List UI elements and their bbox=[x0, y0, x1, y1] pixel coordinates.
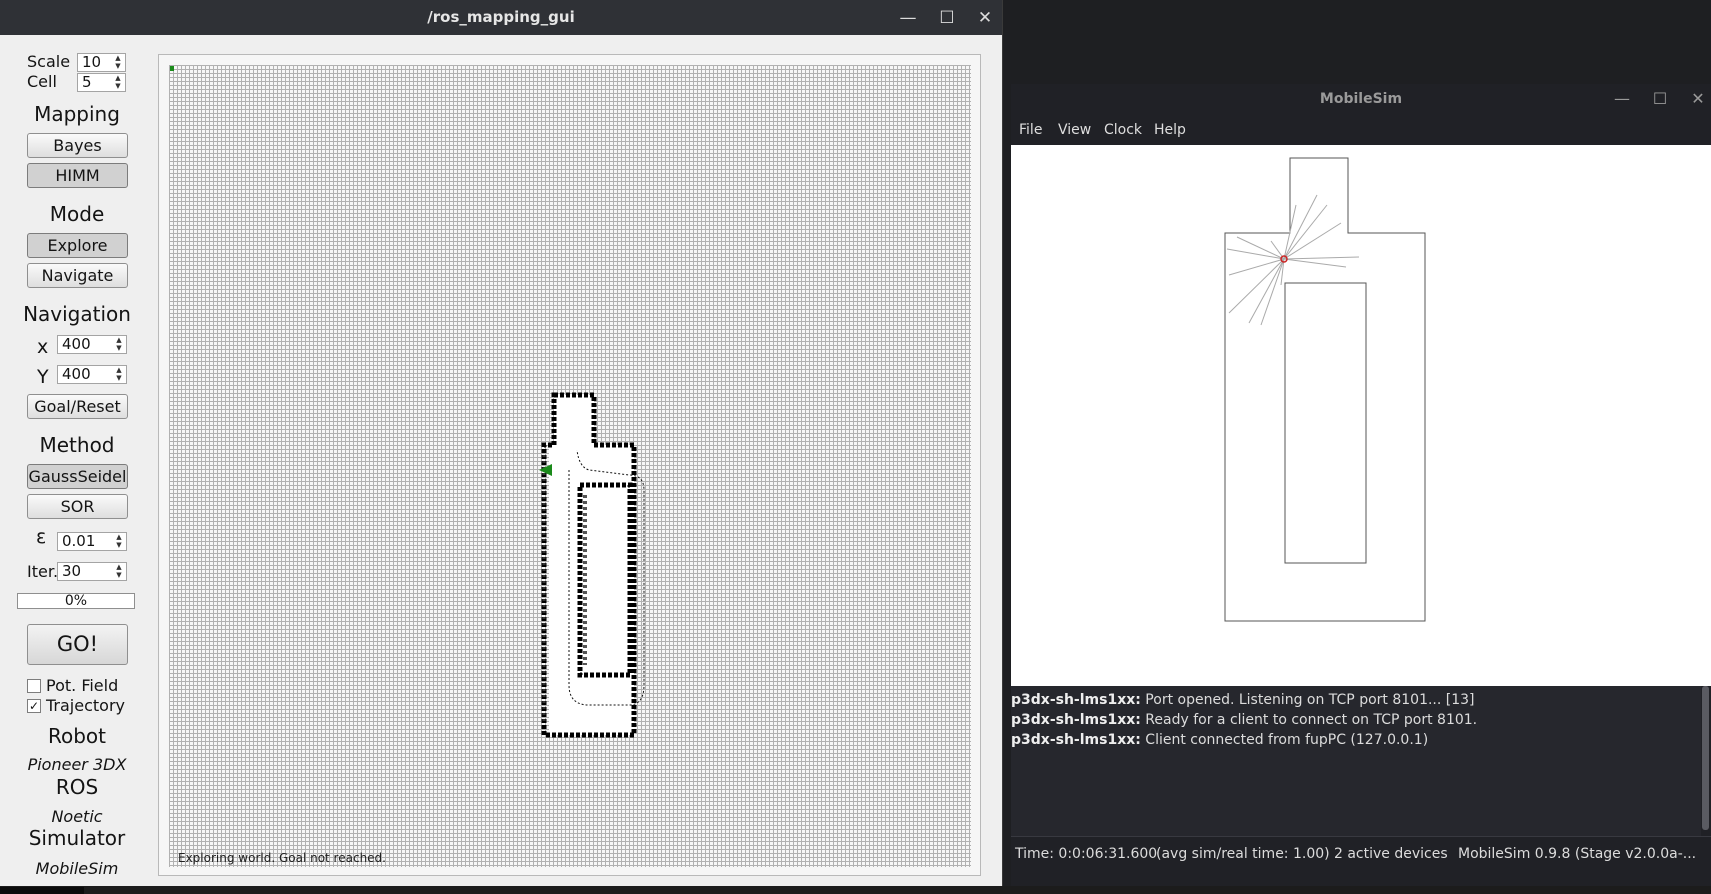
log-source: p3dx-sh-lms1xx: bbox=[1011, 732, 1141, 748]
active-devices: 2 active devices bbox=[1334, 846, 1448, 862]
menu-view[interactable]: View bbox=[1058, 122, 1091, 138]
menu-clock[interactable]: Clock bbox=[1104, 122, 1142, 138]
mobilesim-title: MobileSim bbox=[1319, 91, 1403, 107]
occupancy-map-panel[interactable]: Exploring world. Goal not reached. bbox=[158, 54, 981, 876]
method-heading: Method bbox=[39, 433, 115, 457]
mapping-heading: Mapping bbox=[34, 102, 120, 126]
cell-label: Cell bbox=[27, 72, 57, 91]
robot-value: Pioneer 3DX bbox=[27, 755, 127, 774]
spin-arrows-icon[interactable]: ▲ ▼ bbox=[113, 563, 125, 579]
go-button[interactable]: GO! bbox=[27, 624, 128, 665]
map-status-text: Exploring world. Goal not reached. bbox=[178, 851, 386, 865]
cell-value: 5 bbox=[82, 73, 92, 91]
desktop-bottom-strip bbox=[0, 886, 1711, 894]
log-source: p3dx-sh-lms1xx: bbox=[1011, 712, 1141, 728]
world-inner-obstacle bbox=[1284, 282, 1367, 564]
ros-heading: ROS bbox=[55, 775, 99, 799]
spin-arrows-icon[interactable]: ▲ ▼ bbox=[113, 533, 125, 549]
log-message: Port opened. Listening on TCP port 8101.… bbox=[1140, 692, 1475, 708]
goal-reset-button[interactable]: Goal/Reset bbox=[27, 394, 128, 419]
x-label: x bbox=[37, 336, 49, 358]
x-spinbox[interactable]: 400 ▲ ▼ bbox=[57, 335, 127, 354]
spin-arrows-icon[interactable]: ▲ ▼ bbox=[113, 336, 125, 352]
spin-arrows-icon[interactable]: ▲ ▼ bbox=[113, 366, 125, 382]
pot-field-label: Pot. Field bbox=[46, 676, 119, 695]
minimize-icon[interactable]: — bbox=[1611, 88, 1633, 110]
scale-value: 10 bbox=[82, 53, 102, 71]
spin-arrows-icon[interactable]: ▲ ▼ bbox=[112, 74, 124, 90]
progress-bar: 0% bbox=[17, 593, 135, 609]
mapping-gui-window: /ros_mapping_gui — ☐ ✕ Scale 10 ▲ ▼ Cell … bbox=[0, 0, 1003, 888]
maximize-icon[interactable]: ☐ bbox=[935, 6, 959, 30]
simulator-value: MobileSim bbox=[35, 859, 119, 878]
message-log: p3dx-sh-lms1xx: Port opened. Listening o… bbox=[1011, 686, 1701, 836]
minimize-icon[interactable]: — bbox=[896, 6, 920, 30]
simulation-canvas[interactable] bbox=[1011, 145, 1711, 686]
control-panel: Scale 10 ▲ ▼ Cell 5 ▲ ▼ Mapping Bayes HIMM… bbox=[0, 35, 150, 888]
simulation-world bbox=[1224, 157, 1426, 622]
log-line: p3dx-sh-lms1xx: Port opened. Listening o… bbox=[1011, 692, 1475, 708]
y-value: 400 bbox=[62, 365, 91, 383]
trajectory-checkbox[interactable]: ✓ bbox=[27, 699, 41, 713]
progress-text: 0% bbox=[64, 593, 88, 609]
taskbar-fragment bbox=[0, 887, 84, 894]
log-message: Ready for a client to connect on TCP por… bbox=[1140, 712, 1478, 728]
iter-label: Iter. bbox=[27, 562, 59, 581]
maximize-icon[interactable]: ☐ bbox=[1649, 88, 1671, 110]
spin-arrows-icon[interactable]: ▲ ▼ bbox=[112, 54, 124, 70]
sim-time: Time: 0:0:06:31.600 bbox=[1015, 846, 1158, 862]
sim-time-ratio: (avg sim/real time: 1.00) bbox=[1156, 846, 1330, 862]
checkbox-icon: ✓ bbox=[28, 699, 40, 713]
himm-button[interactable]: HIMM bbox=[27, 163, 128, 188]
window-title: /ros_mapping_gui bbox=[427, 8, 575, 26]
scale-spinbox[interactable]: 10 ▲ ▼ bbox=[77, 53, 126, 72]
log-scrollbar[interactable] bbox=[1702, 686, 1709, 830]
log-line: p3dx-sh-lms1xx: Client connected from fu… bbox=[1011, 732, 1428, 748]
mobilesim-window: MobileSim — ☐ ✕ File View Clock Help p3d… bbox=[1011, 84, 1711, 890]
menu-help[interactable]: Help bbox=[1154, 122, 1186, 138]
epsilon-label: ε bbox=[36, 526, 47, 548]
iter-value: 30 bbox=[62, 562, 82, 580]
pot-field-checkbox[interactable] bbox=[27, 679, 41, 693]
world-outer-walls bbox=[1224, 157, 1426, 622]
trajectory-label: Trajectory bbox=[46, 696, 125, 715]
mode-heading: Mode bbox=[49, 202, 105, 226]
gauss-seidel-button[interactable]: GaussSeidel bbox=[27, 464, 128, 489]
iter-spinbox[interactable]: 30 ▲ ▼ bbox=[57, 562, 127, 581]
log-source: p3dx-sh-lms1xx: bbox=[1011, 692, 1141, 708]
map-origin-marker bbox=[170, 66, 174, 71]
y-spinbox[interactable]: 400 ▲ ▼ bbox=[57, 365, 127, 384]
x-value: 400 bbox=[62, 335, 91, 353]
ros-value: Noetic bbox=[51, 807, 103, 826]
explore-button[interactable]: Explore bbox=[27, 233, 128, 258]
mapping-gui-titlebar[interactable]: /ros_mapping_gui — ☐ ✕ bbox=[0, 0, 1002, 35]
close-icon[interactable]: ✕ bbox=[973, 6, 997, 30]
occupancy-map-overlay bbox=[170, 66, 645, 738]
mobilesim-titlebar[interactable]: MobileSim — ☐ ✕ bbox=[1011, 84, 1711, 115]
log-message: Client connected from fupPC (127.0.0.1) bbox=[1140, 732, 1429, 748]
simulator-heading: Simulator bbox=[28, 826, 126, 850]
menu-file[interactable]: File bbox=[1019, 122, 1042, 138]
inner-obstacle-cells bbox=[577, 482, 633, 678]
robot-heading: Robot bbox=[47, 724, 106, 748]
log-line: p3dx-sh-lms1xx: Ready for a client to co… bbox=[1011, 712, 1477, 728]
status-bar: Time: 0:0:06:31.600 (avg sim/real time: … bbox=[1011, 836, 1711, 870]
bayes-button[interactable]: Bayes bbox=[27, 133, 128, 158]
epsilon-value: 0.01 bbox=[62, 532, 96, 550]
epsilon-spinbox[interactable]: 0.01 ▲ ▼ bbox=[57, 532, 127, 551]
navigate-button[interactable]: Navigate bbox=[27, 263, 128, 288]
sor-button[interactable]: SOR bbox=[27, 494, 128, 519]
close-icon[interactable]: ✕ bbox=[1687, 88, 1709, 110]
menu-bar: File View Clock Help bbox=[1011, 115, 1711, 145]
sim-version: MobileSim 0.9.8 (Stage v2.0.0a-... bbox=[1458, 846, 1697, 862]
y-label: Y bbox=[37, 366, 49, 388]
scale-label: Scale bbox=[27, 52, 71, 71]
cell-spinbox[interactable]: 5 ▲ ▼ bbox=[77, 73, 126, 92]
laser-rays bbox=[1226, 194, 1360, 326]
navigation-heading: Navigation bbox=[23, 302, 131, 326]
